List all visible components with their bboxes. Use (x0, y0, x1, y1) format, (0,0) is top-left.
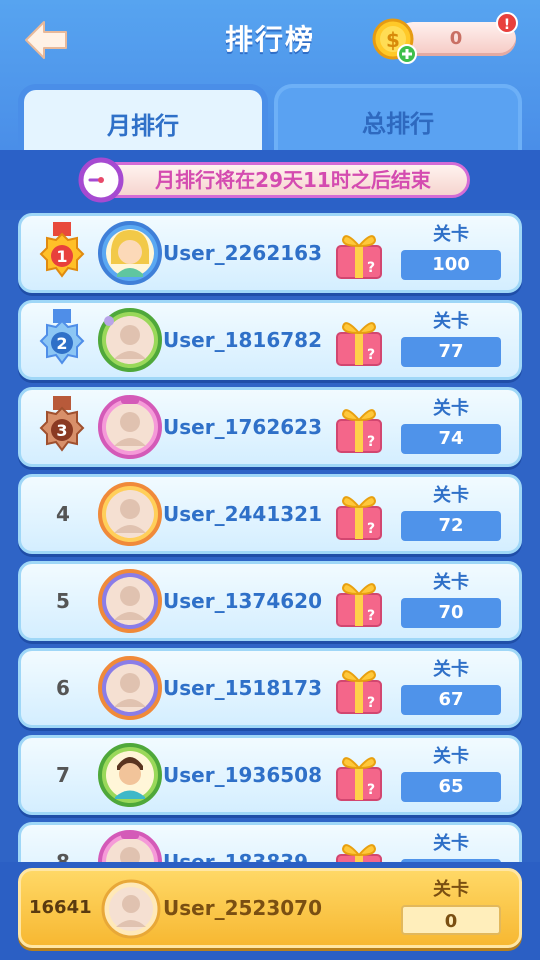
avatar[interactable] (97, 481, 163, 547)
my-rank-bar[interactable]: 16641 User_2523070 关卡 0 (18, 868, 522, 948)
rank-number: 6 (56, 676, 70, 700)
coin-balance[interactable]: 0 $ ! (372, 12, 518, 64)
svg-text:?: ? (367, 695, 375, 711)
countdown-banner: 月排行将在29天11时之后结束 (80, 162, 470, 198)
clock-icon (78, 157, 124, 203)
svg-text:?: ? (367, 434, 375, 450)
tab-total[interactable]: 总排行 (274, 84, 522, 150)
avatar[interactable] (97, 307, 163, 373)
ranking-row[interactable]: 1 User_2262163 ? 关卡 100 (18, 213, 522, 293)
gift-icon[interactable]: ? (331, 661, 387, 715)
username: User_1816782 (163, 328, 322, 352)
coin-add-icon[interactable]: $ (372, 18, 418, 64)
gift-icon[interactable]: ? (331, 574, 387, 628)
ranking-row[interactable]: 3 User_1762623 ? 关卡 74 (18, 387, 522, 467)
ranking-row[interactable]: 5 User_1374620 ? 关卡 70 (18, 561, 522, 641)
gift-icon[interactable]: ? (331, 487, 387, 541)
username: User_2262163 (163, 241, 322, 265)
gift-icon[interactable]: ? (331, 748, 387, 802)
ranking-row[interactable]: 6 User_1518173 ? 关卡 67 (18, 648, 522, 728)
my-username: User_2523070 (163, 896, 322, 920)
level-value: 70 (401, 598, 501, 628)
username: User_1374620 (163, 589, 322, 613)
level-value: 72 (401, 511, 501, 541)
ranking-row[interactable]: 4 User_2441321 ? 关卡 72 (18, 474, 522, 554)
ranking-list[interactable]: 1 User_2262163 ? 关卡 100 2 User_1816782 ?… (0, 210, 540, 862)
gift-icon[interactable]: ? (331, 400, 387, 454)
rank-number: 8 (56, 850, 70, 862)
gift-icon[interactable]: ? (331, 313, 387, 367)
level-label: 关卡 (433, 746, 469, 767)
my-level-value: 0 (401, 905, 501, 935)
svg-text:$: $ (386, 28, 400, 52)
rank-number: 7 (56, 763, 70, 787)
avatar[interactable] (97, 829, 163, 862)
ranking-row[interactable]: 2 User_1816782 ? 关卡 77 (18, 300, 522, 380)
bronze-medal-icon: 3 (39, 396, 85, 452)
ranking-row[interactable]: 7 User_1936508 ? 关卡 65 (18, 735, 522, 815)
level-value: 77 (401, 337, 501, 367)
silver-medal-icon: 2 (39, 309, 85, 365)
level-label: 关卡 (433, 311, 469, 332)
ranking-row[interactable]: 8 User_183839 关卡 (18, 822, 522, 862)
rank-number: 2 (56, 334, 67, 353)
avatar[interactable] (97, 742, 163, 808)
alert-badge: ! (496, 12, 518, 34)
level-label: 关卡 (433, 659, 469, 680)
svg-text:?: ? (367, 260, 375, 276)
svg-text:?: ? (367, 782, 375, 798)
username: User_1762623 (163, 415, 322, 439)
my-avatar[interactable] (101, 879, 161, 939)
avatar[interactable] (97, 568, 163, 634)
rank-number: 1 (56, 247, 67, 266)
gift-icon[interactable]: ? (331, 226, 387, 280)
avatar[interactable] (97, 394, 163, 460)
level-value: 74 (401, 424, 501, 454)
svg-text:?: ? (367, 347, 375, 363)
level-value: 100 (401, 250, 501, 280)
level-label: 关卡 (433, 224, 469, 245)
countdown-text: 月排行将在29天11时之后结束 (155, 168, 431, 192)
gift-icon[interactable] (331, 835, 387, 862)
level-label: 关卡 (433, 572, 469, 593)
rank-number: 4 (56, 502, 70, 526)
my-level-label: 关卡 (433, 879, 469, 900)
rank-number: 5 (56, 589, 70, 613)
tab-monthly[interactable]: 月排行 (18, 84, 268, 150)
svg-text:?: ? (367, 521, 375, 537)
avatar[interactable] (97, 655, 163, 721)
svg-text:?: ? (367, 608, 375, 624)
avatar[interactable] (97, 220, 163, 286)
level-label: 关卡 (433, 485, 469, 506)
username: User_1518173 (163, 676, 322, 700)
rank-number: 3 (56, 421, 67, 440)
tab-bar: 月排行 总排行 (0, 84, 540, 150)
level-value: 67 (401, 685, 501, 715)
level-value: 65 (401, 772, 501, 802)
gold-medal-icon: 1 (39, 222, 85, 278)
level-label: 关卡 (433, 398, 469, 419)
username: User_2441321 (163, 502, 322, 526)
username: User_1936508 (163, 763, 322, 787)
level-label: 关卡 (433, 833, 469, 854)
username: User_183839 (163, 850, 309, 862)
my-rank-number: 16641 (29, 897, 92, 918)
